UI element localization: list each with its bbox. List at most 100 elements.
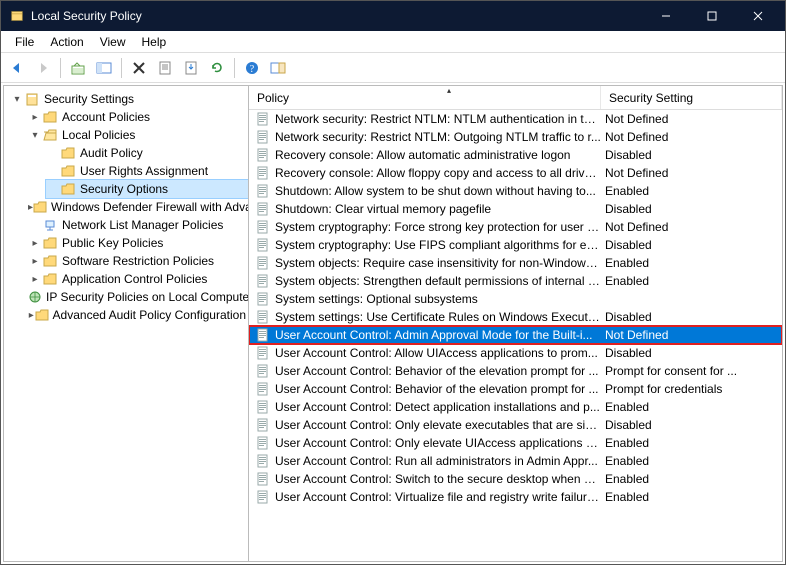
policy-name-cell: System settings: Use Certificate Rules o…	[249, 309, 601, 325]
policy-icon	[255, 111, 271, 127]
policy-name: Network security: Restrict NTLM: NTLM au…	[275, 112, 601, 126]
policy-row[interactable]: User Account Control: Behavior of the el…	[249, 362, 782, 380]
column-setting[interactable]: Security Setting	[601, 86, 782, 109]
tree-advanced-audit[interactable]: ▸ Advanced Audit Policy Configuration	[28, 306, 248, 324]
toolbar: ?	[1, 53, 785, 83]
expand-icon[interactable]: ▸	[28, 112, 42, 123]
delete-button[interactable]	[127, 56, 151, 80]
menu-file[interactable]: File	[7, 33, 42, 51]
policy-row[interactable]: Network security: Restrict NTLM: Outgoin…	[249, 128, 782, 146]
expand-icon[interactable]: ▸	[28, 274, 42, 285]
policy-row[interactable]: System settings: Optional subsystems	[249, 290, 782, 308]
tree-security-settings[interactable]: ▾ Security Settings	[10, 90, 248, 108]
policy-name-cell: Recovery console: Allow automatic admini…	[249, 147, 601, 163]
refresh-button[interactable]	[205, 56, 229, 80]
up-button[interactable]	[66, 56, 90, 80]
policy-row[interactable]: User Account Control: Run all administra…	[249, 452, 782, 470]
tree-label: Audit Policy	[78, 146, 145, 160]
policy-name-cell: System objects: Require case insensitivi…	[249, 255, 601, 271]
sort-indicator-icon: ▴	[447, 86, 451, 95]
policy-name: System objects: Require case insensitivi…	[275, 256, 601, 270]
policy-row[interactable]: Recovery console: Allow automatic admini…	[249, 146, 782, 164]
policy-row[interactable]: System objects: Strengthen default permi…	[249, 272, 782, 290]
policy-icon	[255, 417, 271, 433]
policy-row[interactable]: User Account Control: Only elevate execu…	[249, 416, 782, 434]
menu-action[interactable]: Action	[42, 33, 91, 51]
policy-row[interactable]: System cryptography: Force strong key pr…	[249, 218, 782, 236]
policy-row[interactable]: User Account Control: Switch to the secu…	[249, 470, 782, 488]
minimize-button[interactable]	[643, 1, 689, 31]
policy-name-cell: Recovery console: Allow floppy copy and …	[249, 165, 601, 181]
policy-row[interactable]: User Account Control: Detect application…	[249, 398, 782, 416]
tree-local-policies[interactable]: ▾ Local Policies	[28, 126, 248, 144]
forward-button[interactable]	[31, 56, 55, 80]
help-button[interactable]: ?	[240, 56, 264, 80]
tree-security-options[interactable]: Security Options	[46, 180, 248, 198]
show-hide-tree-button[interactable]	[92, 56, 116, 80]
policy-row[interactable]: System objects: Require case insensitivi…	[249, 254, 782, 272]
content-area: ▾ Security Settings ▸ Account Policies ▾…	[3, 85, 783, 562]
back-button[interactable]	[5, 56, 29, 80]
collapse-icon[interactable]: ▾	[28, 130, 42, 141]
tree-ipsec[interactable]: IP Security Policies on Local Computer	[28, 288, 248, 306]
policy-setting: Enabled	[601, 472, 782, 486]
policy-name: System settings: Use Certificate Rules o…	[275, 310, 601, 324]
policy-row[interactable]: System settings: Use Certificate Rules o…	[249, 308, 782, 326]
policy-icon	[255, 237, 271, 253]
policy-row[interactable]: User Account Control: Allow UIAccess app…	[249, 344, 782, 362]
caption-buttons	[643, 1, 781, 31]
tree-software-restriction[interactable]: ▸ Software Restriction Policies	[28, 252, 248, 270]
policy-row[interactable]: Shutdown: Clear virtual memory pagefileD…	[249, 200, 782, 218]
policy-name: Recovery console: Allow automatic admini…	[275, 148, 601, 162]
collapse-icon[interactable]: ▾	[10, 94, 24, 105]
policy-icon	[255, 381, 271, 397]
expand-icon[interactable]: ▸	[28, 256, 42, 267]
toolbar-separator	[121, 58, 122, 78]
properties-button[interactable]	[153, 56, 177, 80]
manage-button[interactable]	[266, 56, 290, 80]
policy-name: System cryptography: Force strong key pr…	[275, 220, 601, 234]
policy-row[interactable]: User Account Control: Only elevate UIAcc…	[249, 434, 782, 452]
policy-name-cell: System cryptography: Use FIPS compliant …	[249, 237, 601, 253]
close-button[interactable]	[735, 1, 781, 31]
policy-setting: Disabled	[601, 238, 782, 252]
maximize-button[interactable]	[689, 1, 735, 31]
policy-name: System settings: Optional subsystems	[275, 292, 601, 306]
policy-name: Shutdown: Allow system to be shut down w…	[275, 184, 601, 198]
toolbar-separator	[234, 58, 235, 78]
policy-name-cell: User Account Control: Only elevate execu…	[249, 417, 601, 433]
tree-account-policies[interactable]: ▸ Account Policies	[28, 108, 248, 126]
tree-audit-policy[interactable]: Audit Policy	[46, 144, 248, 162]
policy-row[interactable]: User Account Control: Behavior of the el…	[249, 380, 782, 398]
policy-row[interactable]: Shutdown: Allow system to be shut down w…	[249, 182, 782, 200]
tree-network-list[interactable]: Network List Manager Policies	[28, 216, 248, 234]
column-policy[interactable]: Policy	[249, 86, 601, 109]
tree-public-key[interactable]: ▸ Public Key Policies	[28, 234, 248, 252]
tree-label: Advanced Audit Policy Configuration	[51, 308, 248, 322]
policy-setting: Enabled	[601, 436, 782, 450]
menu-view[interactable]: View	[92, 33, 134, 51]
tree-label: Network List Manager Policies	[60, 218, 225, 232]
policy-name-cell: Network security: Restrict NTLM: Outgoin…	[249, 129, 601, 145]
tree-label: User Rights Assignment	[78, 164, 210, 178]
policy-name: User Account Control: Only elevate UIAcc…	[275, 436, 601, 450]
folder-icon	[42, 253, 58, 269]
policy-name-cell: User Account Control: Behavior of the el…	[249, 381, 601, 397]
folder-icon	[60, 145, 76, 161]
policy-row[interactable]: User Account Control: Virtualize file an…	[249, 488, 782, 506]
menu-help[interactable]: Help	[134, 33, 175, 51]
tree-firewall[interactable]: ▸ Windows Defender Firewall with Advance…	[28, 198, 248, 216]
export-list-button[interactable]	[179, 56, 203, 80]
tree-user-rights[interactable]: User Rights Assignment	[46, 162, 248, 180]
tree-app-control[interactable]: ▸ Application Control Policies	[28, 270, 248, 288]
folder-icon	[42, 271, 58, 287]
policy-name: User Account Control: Allow UIAccess app…	[275, 346, 601, 360]
folder-icon	[42, 109, 58, 125]
policy-row[interactable]: User Account Control: Admin Approval Mod…	[249, 326, 782, 344]
policy-row[interactable]: System cryptography: Use FIPS compliant …	[249, 236, 782, 254]
policy-row[interactable]: Recovery console: Allow floppy copy and …	[249, 164, 782, 182]
expand-icon[interactable]: ▸	[28, 238, 42, 249]
tree-label: Security Settings	[42, 92, 136, 106]
policy-name-cell: User Account Control: Behavior of the el…	[249, 363, 601, 379]
policy-row[interactable]: Network security: Restrict NTLM: NTLM au…	[249, 110, 782, 128]
